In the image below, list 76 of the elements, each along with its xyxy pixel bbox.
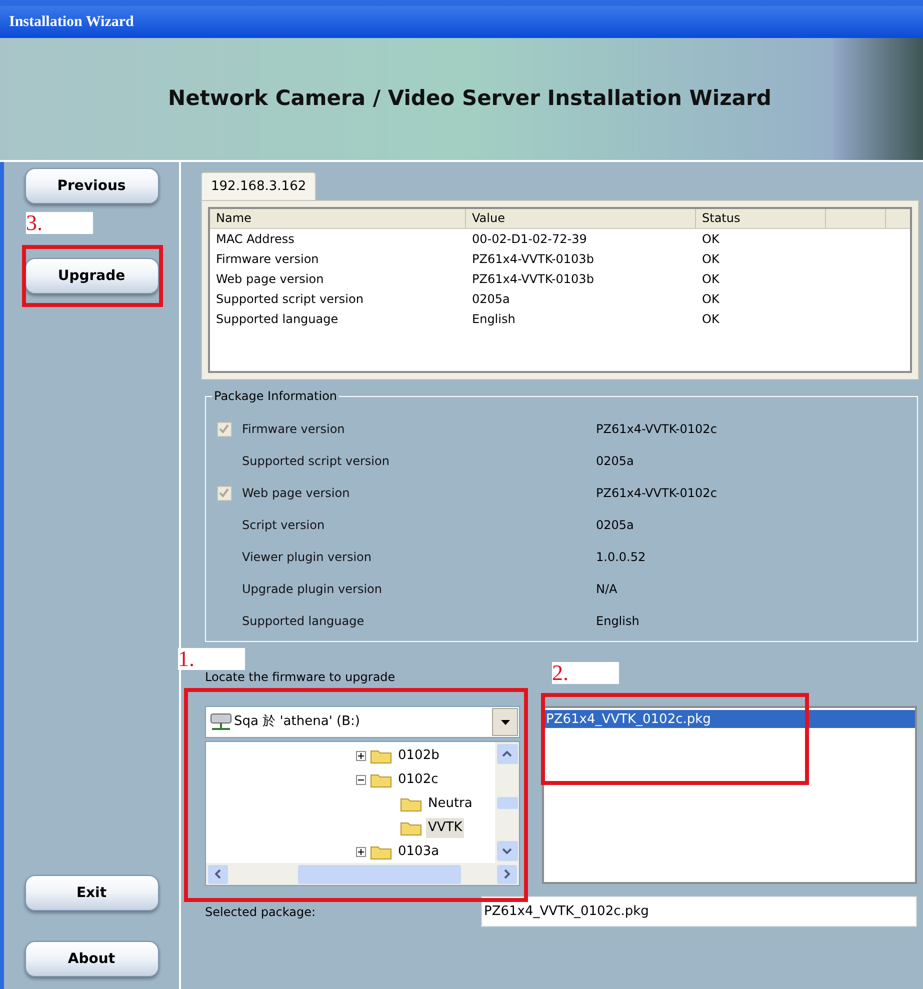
tree-item[interactable]: Neutra	[426, 794, 474, 814]
checkmark-icon	[219, 488, 229, 498]
tree-item[interactable]: 0102b	[396, 746, 442, 766]
table-cell-text: MAC Address	[215, 231, 296, 248]
checkbox[interactable]	[216, 486, 232, 500]
package-label: Upgrade plugin version	[242, 581, 383, 598]
file-item[interactable]: PZ61x4_VVTK_0102c.pkg	[544, 710, 915, 728]
table-cell-text: OK	[701, 291, 720, 308]
folder-icon	[370, 844, 392, 860]
window-title: Installation Wizard	[9, 12, 134, 32]
package-label: Script version	[242, 517, 326, 534]
table-cell-text: English	[471, 311, 516, 328]
scroll-up-icon[interactable]	[496, 744, 518, 764]
sidebar-button[interactable]: Upgrade	[24, 258, 158, 294]
folder-icon	[370, 772, 392, 788]
scroll-thumb[interactable]	[496, 796, 518, 808]
package-value: PZ61x4-VVTK-0102c	[596, 421, 717, 438]
annotation-number: 3.	[26, 212, 92, 234]
sidebar-button[interactable]: Exit	[24, 875, 158, 911]
expand-icon[interactable]	[356, 847, 366, 857]
tree-item[interactable]: VVTK	[426, 818, 464, 838]
checkmark-icon	[219, 424, 229, 434]
collapse-icon[interactable]	[356, 775, 366, 785]
horizontal-scrollbar[interactable]	[206, 863, 519, 885]
expand-icon[interactable]	[356, 751, 366, 761]
package-value: 0205a	[596, 517, 634, 534]
package-value: English	[596, 613, 640, 630]
table-cell-text: Supported script version	[215, 291, 364, 308]
sidebar-button[interactable]: Previous	[24, 168, 158, 204]
selected-package-field[interactable]: PZ61x4_VVTK_0102c.pkg	[481, 896, 917, 927]
table-cell-text: OK	[701, 231, 720, 248]
drive-dropdown[interactable]: Sqa 於 'athena' (B:)	[205, 706, 520, 738]
package-label: Supported script version	[242, 453, 390, 470]
caret-icon	[500, 720, 510, 724]
annotation-number: 2.	[552, 662, 618, 684]
checkbox[interactable]	[216, 422, 232, 436]
column-header[interactable]: Status	[696, 209, 826, 228]
annotation-number: 1.	[178, 648, 244, 670]
package-value: N/A	[596, 581, 618, 598]
package-value: 1.0.0.52	[596, 549, 646, 566]
network-drive-icon	[208, 711, 234, 733]
table-cell-text: 0205a	[471, 291, 511, 308]
scroll-down-icon[interactable]	[496, 841, 518, 861]
package-label: Firmware version	[242, 421, 346, 438]
banner-title: Network Camera / Video Server Installation Wizard	[168, 85, 772, 112]
locate-label: Locate the firmware to upgrade	[205, 669, 396, 686]
table-cell-text: 00-02-D1-02-72-39	[471, 231, 588, 248]
dropdown-button[interactable]	[492, 708, 518, 736]
table-cell-text: PZ61x4-VVTK-0103b	[471, 271, 595, 288]
drive-label: Sqa 於 'athena' (B:)	[234, 713, 361, 732]
scroll-left-icon[interactable]	[208, 864, 228, 884]
table-cell-text: OK	[701, 271, 720, 288]
folder-icon	[400, 796, 422, 812]
table-cell-text: OK	[701, 251, 720, 268]
folder-icon	[400, 820, 422, 836]
scroll-right-icon[interactable]	[497, 864, 517, 884]
package-value: PZ61x4-VVTK-0102c	[596, 485, 717, 502]
tab[interactable]: 192.168.3.162	[201, 172, 316, 200]
column-header[interactable]: Value	[466, 209, 696, 228]
table-cell-text: Supported language	[215, 311, 340, 328]
column-header[interactable]: Name	[210, 209, 466, 228]
tree-item[interactable]: 0102c	[396, 770, 440, 790]
scroll-thumb[interactable]	[298, 864, 461, 884]
tree-item[interactable]: 0103a	[396, 842, 442, 862]
folder-icon	[370, 748, 392, 764]
package-label: Supported language	[242, 613, 366, 630]
package-label: Viewer plugin version	[242, 549, 372, 566]
table-cell-text: Firmware version	[215, 251, 320, 268]
vertical-scrollbar[interactable]	[495, 742, 519, 863]
package-value: 0205a	[596, 453, 634, 470]
table-cell-text: Web page version	[215, 271, 325, 288]
selected-package-label: Selected package:	[205, 904, 317, 920]
sidebar-button[interactable]: About	[24, 941, 158, 977]
table-cell-text: PZ61x4-VVTK-0103b	[471, 251, 595, 268]
package-label: Web page version	[242, 485, 351, 502]
table-cell-text: OK	[701, 311, 720, 328]
